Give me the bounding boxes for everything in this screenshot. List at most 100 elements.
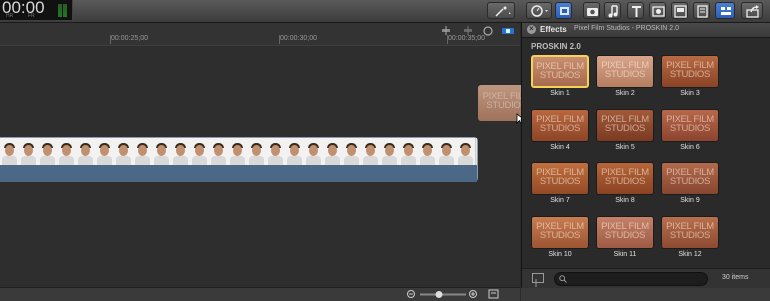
effect-thumbnail[interactable]: PIXEL FILM STUDIOS: [596, 216, 654, 249]
clip-frame-thumbnail: [190, 138, 210, 165]
effect-thumbnail-text: PIXEL FILM STUDIOS: [597, 168, 653, 187]
photos-browser-button[interactable]: [555, 2, 572, 19]
effect-thumbnail-text: PIXEL FILM STUDIOS: [533, 62, 587, 81]
camera-icon: [587, 8, 598, 16]
effect-thumbnail[interactable]: PIXEL FILM STUDIOS: [531, 109, 589, 142]
themes-button[interactable]: [671, 2, 688, 19]
clip-frame-thumbnail: [209, 138, 229, 165]
effect-thumbnail-text: PIXEL FILM STUDIOS: [597, 61, 653, 80]
effect-thumbnail-text-line: STUDIOS: [604, 123, 646, 134]
item-count: 30 items: [722, 274, 749, 281]
inspector-button[interactable]: [693, 2, 710, 19]
panel-bottom-bar: [521, 287, 770, 301]
effect-thumbnail[interactable]: PIXEL FILM STUDIOS: [661, 109, 719, 142]
effect-thumbnail[interactable]: PIXEL FILM STUDIOS: [531, 162, 589, 195]
titles-button[interactable]: [627, 2, 644, 19]
effect-label: Skin 2: [615, 90, 635, 97]
effect-thumbnail[interactable]: PIXEL FILM STUDIOS: [596, 55, 654, 88]
effect-thumbnail-text-line: STUDIOS: [669, 230, 711, 241]
ruler-label: 00:00:30;00: [280, 35, 317, 42]
effect-thumbnail-text-line: STUDIOS: [669, 123, 711, 134]
effect-thumbnail-text: PIXEL FILM STUDIOS: [532, 115, 588, 134]
effect-label: Skin 4: [550, 144, 570, 151]
effect-label: Skin 1: [550, 90, 570, 97]
retime-button[interactable]: [526, 2, 552, 19]
effect-thumbnail-text-line: STUDIOS: [604, 230, 646, 241]
search-icon: [559, 275, 567, 283]
clip-frame-thumbnail: [456, 138, 476, 165]
effect-thumbnail-text: PIXEL FILM STUDIOS: [597, 115, 653, 134]
clip-frame-thumbnail: [361, 138, 381, 165]
magic-wand-icon: [495, 6, 511, 17]
ruler-label: 00:00:25;00: [111, 35, 148, 42]
effect-label: Skin 6: [680, 144, 700, 151]
effect-label: Skin 12: [678, 251, 702, 258]
clip-frame-thumbnail: [399, 138, 419, 165]
music-note-icon: [608, 5, 618, 18]
search-input[interactable]: [554, 272, 708, 286]
timecode-display: 00:00 HR FR: [0, 0, 73, 20]
effect-thumbnail-text-line: STUDIOS: [669, 176, 711, 187]
title-t-icon: [632, 6, 641, 17]
clip-name-bar: [0, 165, 477, 182]
zoom-control[interactable]: [406, 289, 502, 300]
clip-frame-thumbnail: [380, 138, 400, 165]
effect-thumbnail[interactable]: PIXEL FILM STUDIOS: [596, 109, 654, 142]
inspector-icon: [697, 5, 708, 18]
zoom-slider: [420, 291, 466, 298]
audio-skimming-icon: [442, 26, 450, 35]
timeline-ruler[interactable]: 00:00:25;00 00:00:30;00 00:00:35;00: [0, 23, 520, 46]
camera-button[interactable]: [583, 2, 600, 19]
clip-frame-thumbnail: [247, 138, 267, 165]
timeline-controls: [442, 26, 514, 36]
skimming-icon: [502, 28, 514, 34]
photos-icon: [560, 7, 569, 15]
enhance-button[interactable]: [487, 2, 515, 19]
clip-appearance-icon: [488, 289, 499, 299]
audio-meter: [58, 4, 69, 17]
effect-thumbnail-text-line: STUDIOS: [604, 176, 646, 187]
clip-frame-thumbnail: [285, 138, 305, 165]
effect-thumbnail[interactable]: PIXEL FILM STUDIOS: [661, 216, 719, 249]
clip-frame-thumbnail: [114, 138, 134, 165]
sidebar-toggle-button[interactable]: [532, 273, 544, 287]
theme-icon: [674, 5, 687, 18]
video-clip[interactable]: [0, 137, 478, 182]
effect-thumbnail-text-line: STUDIOS: [539, 230, 581, 241]
music-button[interactable]: [604, 2, 621, 19]
clip-frame-thumbnail: [133, 138, 153, 165]
clip-frame-thumbnail: [171, 138, 191, 165]
effects-browser-toggle[interactable]: [715, 2, 735, 19]
retime-icon: [531, 5, 548, 17]
effect-thumbnail[interactable]: PIXEL FILM STUDIOS: [661, 55, 719, 88]
effect-label: Skin 5: [615, 144, 635, 151]
clip-frame-thumbnail: [57, 138, 77, 165]
effect-thumbnail-text: PIXEL FILM STUDIOS: [532, 222, 588, 241]
clip-frame-thumbnail: [418, 138, 438, 165]
timecode-frames-label: FR: [28, 13, 35, 19]
effect-thumbnail-text-line: STUDIOS: [604, 69, 646, 80]
generator-icon: [652, 6, 665, 17]
effect-thumbnail-text-line: STUDIOS: [669, 69, 711, 80]
clip-frame-thumbnail: [38, 138, 58, 165]
effect-thumbnail-text-line: STUDIOS: [539, 70, 581, 81]
clip-frame-thumbnail: [19, 138, 39, 165]
effect-label: Skin 9: [680, 197, 700, 204]
clip-frame-thumbnail: [304, 138, 324, 165]
effect-thumbnail[interactable]: PIXEL FILM STUDIOS: [596, 162, 654, 195]
share-icon: [746, 5, 759, 18]
effect-label: Skin 11: [613, 251, 637, 258]
timecode-hours-label: HR: [6, 13, 14, 19]
ruler-label: 00:00:35;00: [448, 35, 485, 42]
sidebar-icon: [535, 279, 537, 287]
effect-thumbnail[interactable]: PIXEL FILM STUDIOS: [661, 162, 719, 195]
effect-label: Skin 10: [548, 251, 572, 258]
effect-thumbnail[interactable]: PIXEL FILM STUDIOS: [531, 216, 589, 249]
generators-button[interactable]: [649, 2, 666, 19]
share-button[interactable]: [741, 2, 763, 19]
effect-thumbnail[interactable]: PIXEL FILM STUDIOS: [531, 55, 589, 88]
effects-search-row: 30 items: [522, 268, 770, 288]
effect-label: Skin 3: [680, 90, 700, 97]
clip-frame-thumbnail: [228, 138, 248, 165]
clip-filmstrip: [0, 138, 477, 165]
